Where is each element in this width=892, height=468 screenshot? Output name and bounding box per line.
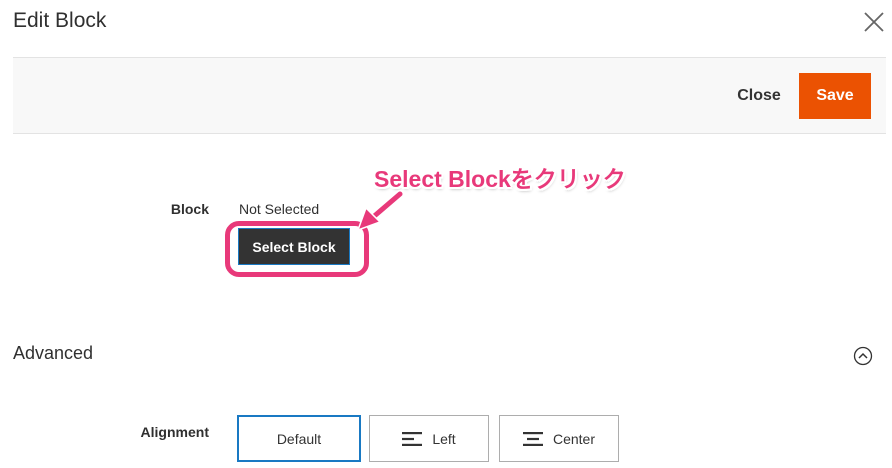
block-field-value: Not Selected xyxy=(239,201,320,217)
alignment-default-button[interactable]: Default xyxy=(237,415,361,462)
close-icon[interactable] xyxy=(862,10,886,34)
alignment-option-label: Default xyxy=(276,430,322,447)
alignment-option-label: Center xyxy=(552,430,596,447)
advanced-section-title: Advanced xyxy=(13,343,94,363)
align-left-icon xyxy=(402,431,423,447)
align-center-icon xyxy=(522,431,543,447)
annotation-callout-text: Select Blockをクリック xyxy=(374,166,626,192)
save-button[interactable]: Save xyxy=(799,73,871,119)
block-field-label: Block xyxy=(170,201,209,217)
annotation-arrow-icon xyxy=(350,188,410,243)
alignment-option-label: Left xyxy=(432,430,456,447)
close-button[interactable]: Close xyxy=(723,75,795,117)
modal-toolbar: Close Save xyxy=(13,57,886,134)
alignment-field-label: Alignment xyxy=(140,424,209,440)
modal-title: Edit Block xyxy=(13,9,107,32)
chevron-up-circle-icon[interactable] xyxy=(853,346,873,366)
alignment-center-button[interactable]: Center xyxy=(499,415,619,462)
select-block-button[interactable]: Select Block xyxy=(238,228,350,265)
alignment-left-button[interactable]: Left xyxy=(369,415,489,462)
